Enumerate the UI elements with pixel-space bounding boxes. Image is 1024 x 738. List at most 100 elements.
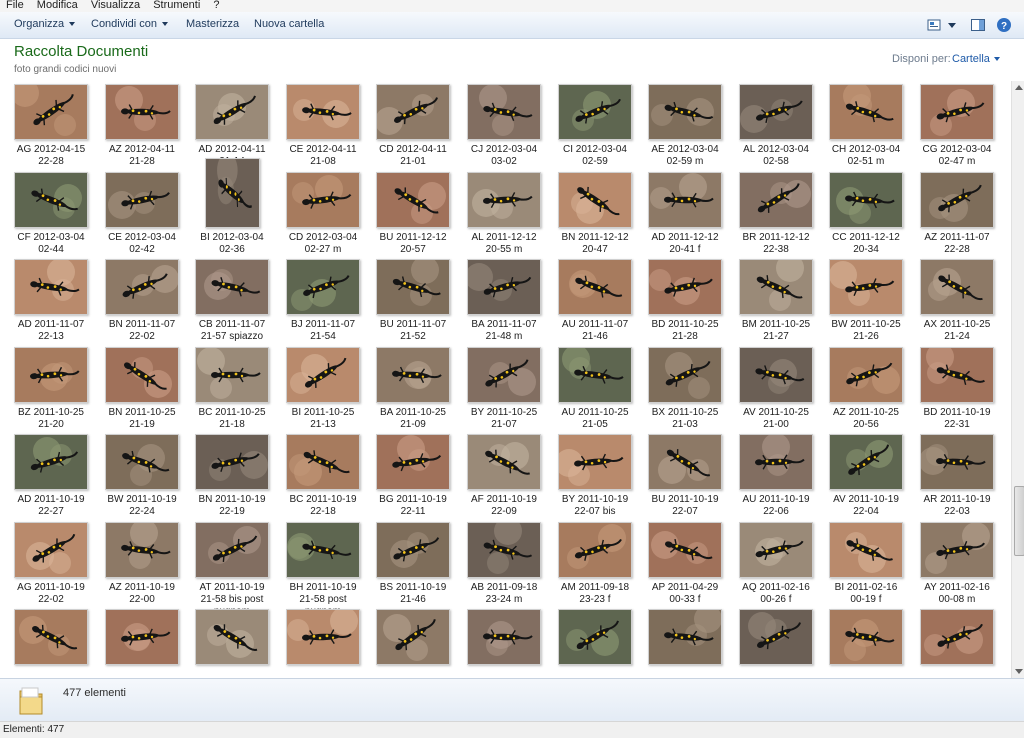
- file-item[interactable]: CI 2012-03-04 02-59: [550, 84, 640, 168]
- file-item[interactable]: BH 2011-10-19 21-58 post pugnam: [278, 522, 368, 618]
- menu-strumenti[interactable]: Strumenti: [147, 0, 200, 11]
- file-item[interactable]: CF 2012-03-04 02-44: [6, 172, 96, 256]
- help-button[interactable]: ?: [996, 17, 1012, 33]
- scroll-thumb[interactable]: [1014, 486, 1024, 556]
- file-item[interactable]: AZ 2011-10-25 20-56: [821, 347, 911, 431]
- file-item[interactable]: AD 2012-04-11 21-14: [187, 84, 277, 168]
- file-item[interactable]: CJ 2012-03-04 03-02: [459, 84, 549, 168]
- file-item[interactable]: AQ 2011-02-16 00-26 f: [731, 522, 821, 606]
- organize-button[interactable]: Organizza: [14, 18, 76, 30]
- file-item[interactable]: AU 2011-11-07 21-46: [550, 259, 640, 343]
- file-item[interactable]: AX 2011-10-25 21-24: [912, 259, 1002, 343]
- change-view-button[interactable]: [926, 17, 942, 33]
- file-item[interactable]: BU 2011-12-12 20-57: [368, 172, 458, 256]
- scroll-up-arrow-icon[interactable]: [1015, 85, 1023, 90]
- file-item[interactable]: AF 2011-10-19 22-09: [459, 434, 549, 518]
- preview-pane-button[interactable]: [970, 17, 986, 33]
- file-item[interactable]: AM 2011-09-18 23-23 f: [550, 522, 640, 606]
- file-item[interactable]: BC 2011-10-25 21-18: [187, 347, 277, 431]
- file-item[interactable]: BM 2011-10-25 21-27: [731, 259, 821, 343]
- file-item[interactable]: AZ 2011-11-07 22-28: [912, 172, 1002, 256]
- file-item[interactable]: AT 2011-10-19 21-58 bis post pugnam: [187, 522, 277, 618]
- file-item[interactable]: AZ 2011-10-19 22-00: [97, 522, 187, 606]
- file-item[interactable]: AL 2011-12-12 20-55 m: [459, 172, 549, 256]
- file-item[interactable]: AD 2011-10-19 22-27: [6, 434, 96, 518]
- menu-help[interactable]: ?: [207, 0, 219, 11]
- file-item[interactable]: BN 2011-10-19 22-19: [187, 434, 277, 518]
- file-item[interactable]: CB 2011-11-07 21-57 spiazzo: [187, 259, 277, 343]
- file-name: AL 2011-12-12 20-55 m: [471, 232, 537, 255]
- file-item[interactable]: [97, 609, 187, 669]
- file-item[interactable]: CD 2012-03-04 02-27 m: [278, 172, 368, 256]
- file-item[interactable]: BA 2011-10-25 21-09: [368, 347, 458, 431]
- file-item[interactable]: BZ 2011-10-25 21-20: [6, 347, 96, 431]
- file-item[interactable]: AG 2011-10-19 22-02: [6, 522, 96, 606]
- file-item[interactable]: [187, 609, 277, 669]
- file-item[interactable]: BD 2011-10-19 22-31: [912, 347, 1002, 431]
- file-item[interactable]: BN 2011-12-12 20-47: [550, 172, 640, 256]
- file-item[interactable]: BI 2011-10-25 21-13: [278, 347, 368, 431]
- file-item[interactable]: [368, 609, 458, 669]
- file-item[interactable]: CG 2012-03-04 02-47 m: [912, 84, 1002, 168]
- file-item[interactable]: [912, 609, 1002, 669]
- file-item[interactable]: [640, 609, 730, 669]
- help-icon: ?: [997, 18, 1011, 32]
- file-item[interactable]: CH 2012-03-04 02-51 m: [821, 84, 911, 168]
- menu-modifica[interactable]: Modifica: [31, 0, 78, 11]
- menu-visualizza[interactable]: Visualizza: [85, 0, 140, 11]
- file-item[interactable]: CE 2012-04-11 21-08: [278, 84, 368, 168]
- file-item[interactable]: BY 2011-10-19 22-07 bis: [550, 434, 640, 518]
- file-item[interactable]: BJ 2011-11-07 21-54: [278, 259, 368, 343]
- new-folder-button[interactable]: Nuova cartella: [254, 18, 324, 30]
- file-item[interactable]: BG 2011-10-19 22-11: [368, 434, 458, 518]
- file-item[interactable]: AV 2011-10-25 21-00: [731, 347, 821, 431]
- file-item[interactable]: BW 2011-10-19 22-24: [97, 434, 187, 518]
- arrange-by-dropdown[interactable]: Cartella: [952, 53, 1000, 65]
- file-item[interactable]: AV 2011-10-19 22-04: [821, 434, 911, 518]
- file-item[interactable]: CD 2012-04-11 21-01: [368, 84, 458, 168]
- file-item[interactable]: AB 2011-09-18 23-24 m: [459, 522, 549, 606]
- file-item[interactable]: AP 2011-04-29 00-33 f: [640, 522, 730, 606]
- file-item[interactable]: AD 2011-12-12 20-41 f: [640, 172, 730, 256]
- view-options-button[interactable]: [944, 17, 960, 33]
- burn-button[interactable]: Masterizza: [186, 18, 239, 30]
- file-item[interactable]: BA 2011-11-07 21-48 m: [459, 259, 549, 343]
- scroll-down-arrow-icon[interactable]: [1015, 669, 1023, 674]
- file-item[interactable]: BX 2011-10-25 21-03: [640, 347, 730, 431]
- menu-file[interactable]: File: [0, 0, 24, 11]
- file-item[interactable]: BC 2011-10-19 22-18: [278, 434, 368, 518]
- share-button[interactable]: Condividi con: [91, 18, 169, 30]
- file-item[interactable]: [459, 609, 549, 669]
- file-item[interactable]: BN 2011-11-07 22-02: [97, 259, 187, 343]
- file-item[interactable]: BU 2011-10-19 22-07: [640, 434, 730, 518]
- file-item[interactable]: BS 2011-10-19 21-46: [368, 522, 458, 606]
- file-thumbnail: [286, 347, 360, 403]
- file-item[interactable]: [278, 609, 368, 669]
- file-item[interactable]: AY 2011-02-16 00-08 m: [912, 522, 1002, 606]
- vertical-scrollbar[interactable]: [1011, 81, 1024, 678]
- file-item[interactable]: AL 2012-03-04 02-58: [731, 84, 821, 168]
- file-item[interactable]: BD 2011-10-25 21-28: [640, 259, 730, 343]
- file-item[interactable]: AU 2011-10-19 22-06: [731, 434, 821, 518]
- file-item[interactable]: AE 2012-03-04 02-59 m: [640, 84, 730, 168]
- file-item[interactable]: BR 2011-12-12 22-38: [731, 172, 821, 256]
- file-item[interactable]: [550, 609, 640, 669]
- file-item[interactable]: AU 2011-10-25 21-05: [550, 347, 640, 431]
- file-item[interactable]: CC 2011-12-12 20-34: [821, 172, 911, 256]
- file-item[interactable]: BN 2011-10-25 21-19: [97, 347, 187, 431]
- file-item[interactable]: [6, 609, 96, 669]
- file-item[interactable]: AD 2011-11-07 22-13: [6, 259, 96, 343]
- file-item[interactable]: BI 2011-02-16 00-19 f: [821, 522, 911, 606]
- file-item[interactable]: [821, 609, 911, 669]
- file-item[interactable]: BY 2011-10-25 21-07: [459, 347, 549, 431]
- file-item[interactable]: AG 2012-04-15 22-28: [6, 84, 96, 168]
- file-name: AG 2012-04-15 22-28: [16, 144, 86, 167]
- file-item[interactable]: [731, 609, 821, 669]
- file-item[interactable]: AZ 2012-04-11 21-28: [97, 84, 187, 168]
- file-item[interactable]: BW 2011-10-25 21-26: [821, 259, 911, 343]
- file-item[interactable]: CE 2012-03-04 02-42: [97, 172, 187, 256]
- file-item[interactable]: AR 2011-10-19 22-03: [912, 434, 1002, 518]
- file-item[interactable]: BI 2012-03-04 02-36: [187, 158, 277, 256]
- file-item[interactable]: BU 2011-11-07 21-52: [368, 259, 458, 343]
- file-view[interactable]: AG 2012-04-15 22-28 AZ 2012-04-11 21-28 AD…: [0, 81, 1011, 678]
